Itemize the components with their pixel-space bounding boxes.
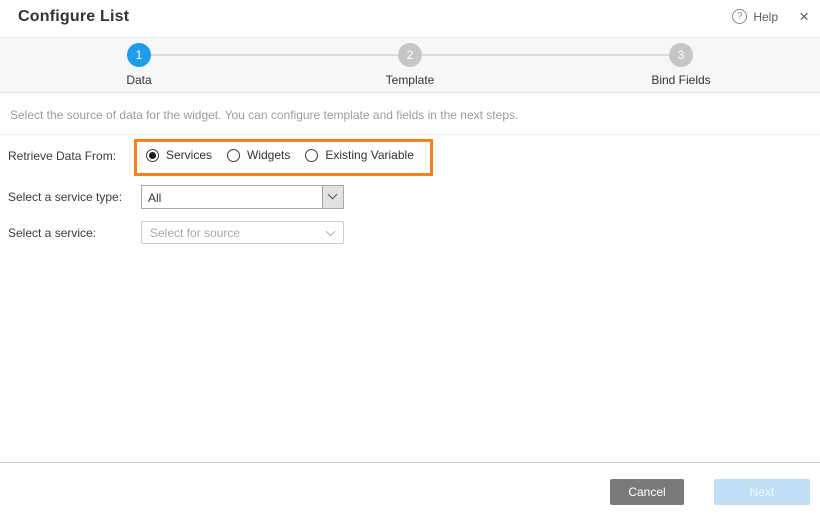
radio-unselected-icon [227,149,240,162]
step-2-circle[interactable]: 2 [398,43,422,67]
description-row: Select the source of data for the widget… [0,94,820,135]
radio-widgets[interactable]: Widgets [227,148,290,162]
page-title: Configure List [18,8,129,26]
step-1-circle[interactable]: 1 [127,43,151,67]
radio-services[interactable]: Services [146,148,212,162]
select-dropdown-button[interactable] [322,186,343,208]
retrieve-data-from-label: Retrieve Data From: [8,149,116,163]
service-label: Select a service: [8,226,96,240]
next-button[interactable]: Next [714,479,810,505]
service-placeholder: Select for source [150,226,240,240]
service-type-selected-value: All [148,191,161,205]
help-button[interactable]: ? Help [732,9,778,24]
radio-selected-icon [146,149,159,162]
step-1-label[interactable]: Data [69,73,209,87]
wizard-stepper: 1 2 3 Data Template Bind Fields [0,37,820,93]
step-3-circle[interactable]: 3 [669,43,693,67]
step-3-label[interactable]: Bind Fields [611,73,751,87]
radio-services-label: Services [166,148,212,162]
close-icon[interactable]: × [799,6,809,28]
question-circle-icon: ? [732,9,747,24]
service-type-select[interactable]: All [141,185,344,209]
cancel-button[interactable]: Cancel [610,479,684,505]
dialog-header: Configure List ? Help × [0,0,820,37]
radio-existing-variable-label: Existing Variable [325,148,414,162]
service-combobox[interactable]: Select for source [141,221,344,244]
chevron-down-icon [328,190,338,200]
radio-unselected-icon [305,149,318,162]
retrieve-data-radio-group: Services Widgets Existing Variable [146,148,414,162]
description-text: Select the source of data for the widget… [10,108,518,122]
service-type-label: Select a service type: [8,190,122,204]
chevron-down-icon [326,227,336,237]
dialog-footer: Cancel Next [0,462,820,520]
help-label: Help [753,10,778,24]
radio-existing-variable[interactable]: Existing Variable [305,148,414,162]
radio-widgets-label: Widgets [247,148,290,162]
step-2-label[interactable]: Template [340,73,480,87]
configure-list-dialog: Configure List ? Help × 1 2 3 Data Templ… [0,0,820,520]
